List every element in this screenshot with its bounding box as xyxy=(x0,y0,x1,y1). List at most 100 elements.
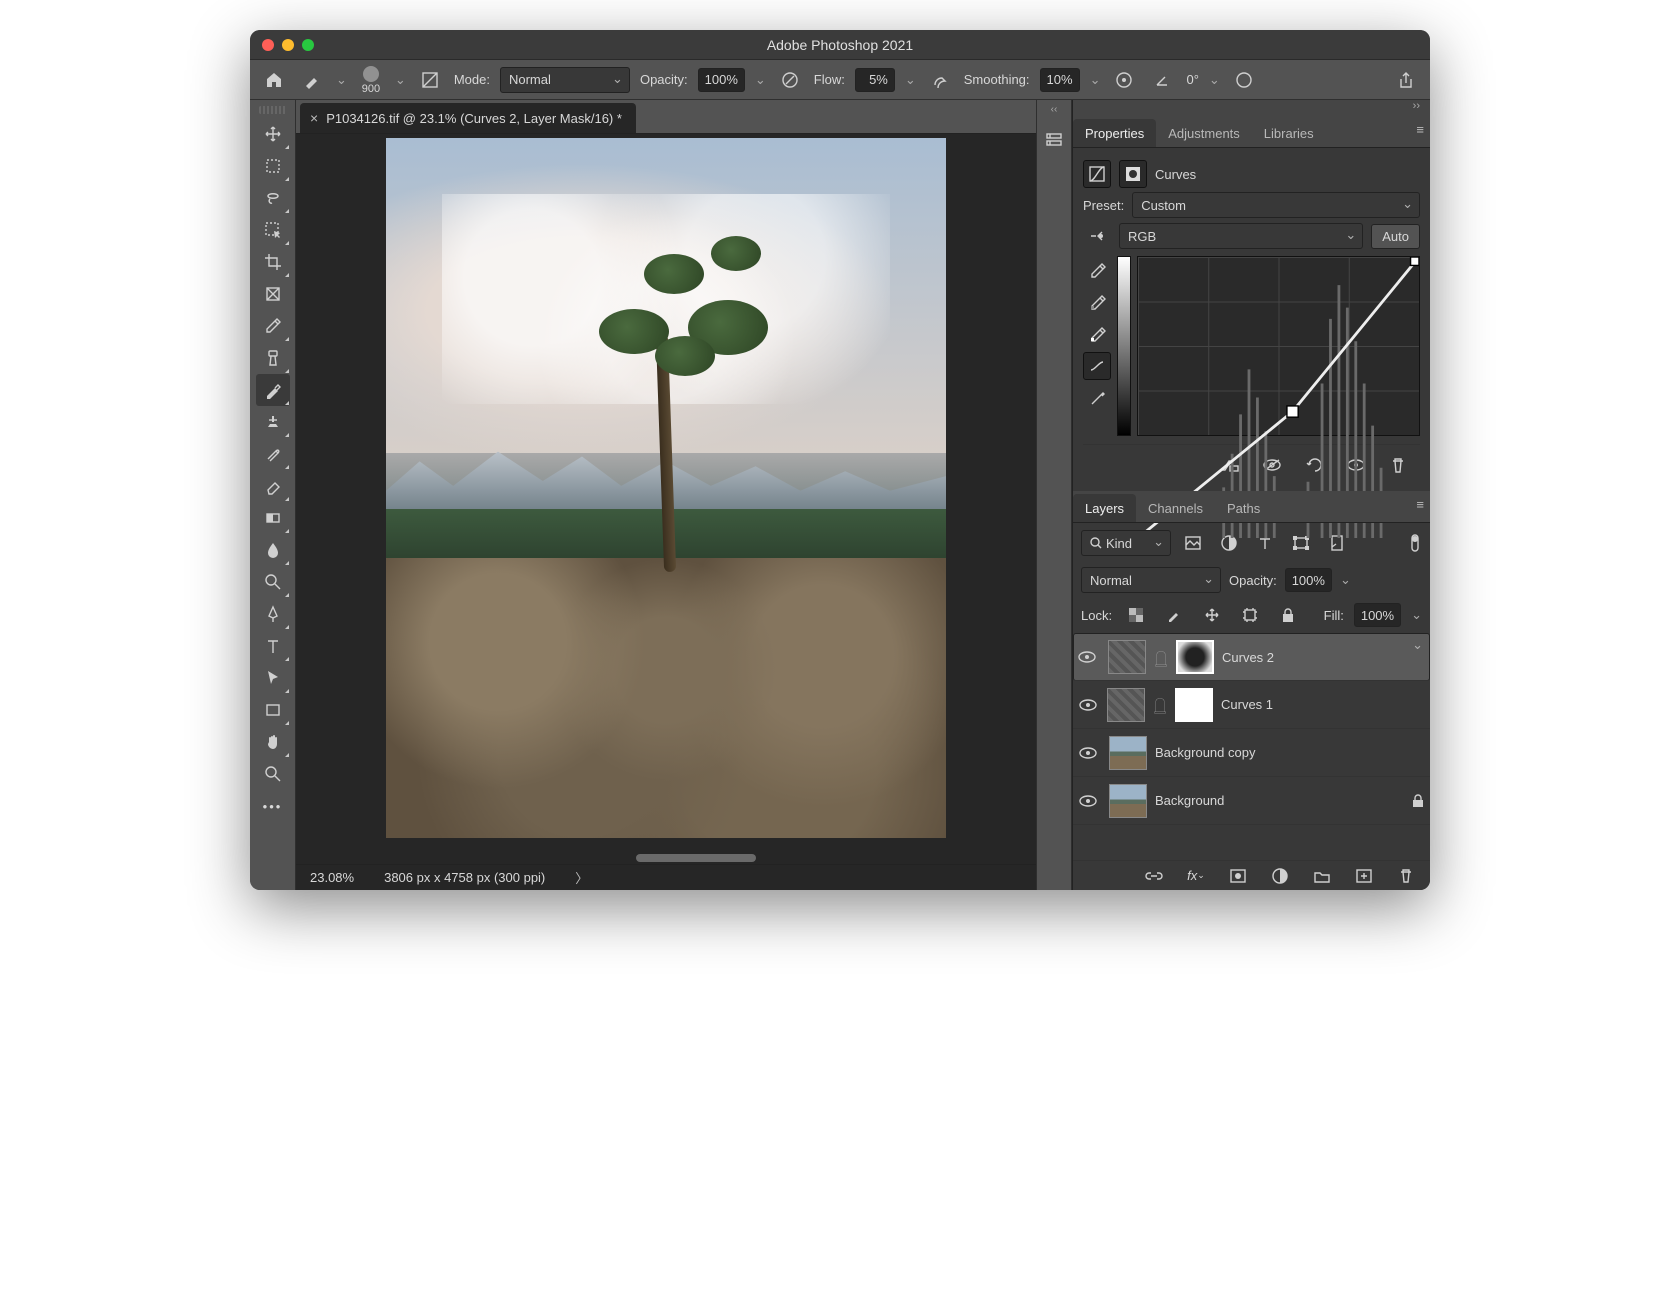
brush-settings-button[interactable] xyxy=(416,66,444,94)
delete-layer-icon[interactable] xyxy=(1392,862,1420,890)
eraser-tool[interactable] xyxy=(256,470,290,502)
lock-artboard-icon[interactable] xyxy=(1236,601,1264,629)
tab-adjustments[interactable]: Adjustments xyxy=(1156,119,1252,147)
panel-menu-icon[interactable]: ≡ xyxy=(1416,122,1424,137)
add-mask-icon[interactable] xyxy=(1224,862,1252,890)
visibility-toggle-icon[interactable] xyxy=(1079,795,1101,807)
blend-mode-select[interactable]: Normal xyxy=(500,67,630,93)
clone-stamp-tool[interactable] xyxy=(256,406,290,438)
tab-paths[interactable]: Paths xyxy=(1215,494,1272,522)
history-panel-icon[interactable] xyxy=(1040,126,1068,154)
mask-thumb[interactable] xyxy=(1176,640,1214,674)
layer-blend-select[interactable]: Normal xyxy=(1081,567,1221,593)
layer-row[interactable]: Background copy xyxy=(1073,729,1430,777)
lasso-tool[interactable] xyxy=(256,182,290,214)
mask-thumb[interactable] xyxy=(1175,688,1213,722)
move-tool[interactable] xyxy=(256,118,290,150)
tab-properties[interactable]: Properties xyxy=(1073,119,1156,147)
marquee-tool[interactable] xyxy=(256,150,290,182)
history-brush-tool[interactable] xyxy=(256,438,290,470)
layer-name[interactable]: Curves 1 xyxy=(1221,697,1273,712)
smoothing-input[interactable]: 10% xyxy=(1040,68,1080,92)
document-dims[interactable]: 3806 px x 4758 px (300 ppi) xyxy=(384,870,545,885)
dodge-tool[interactable] xyxy=(256,566,290,598)
auto-button[interactable]: Auto xyxy=(1371,224,1420,249)
zoom-readout[interactable]: 23.08% xyxy=(310,870,354,885)
layer-name[interactable]: Background copy xyxy=(1155,745,1255,760)
lock-pixels-icon[interactable] xyxy=(1160,601,1188,629)
flow-input[interactable]: 5% xyxy=(855,68,895,92)
home-button[interactable] xyxy=(260,66,288,94)
collapse-dock-icon[interactable]: ›› xyxy=(1073,100,1430,116)
quick-select-tool[interactable] xyxy=(256,214,290,246)
tab-layers[interactable]: Layers xyxy=(1073,494,1136,522)
mask-type-icon[interactable] xyxy=(1119,160,1147,188)
new-group-icon[interactable] xyxy=(1308,862,1336,890)
zoom-tool[interactable] xyxy=(256,758,290,790)
link-layers-icon[interactable] xyxy=(1140,862,1168,890)
crop-tool[interactable] xyxy=(256,246,290,278)
brush-tool[interactable] xyxy=(256,374,290,406)
new-layer-icon[interactable] xyxy=(1350,862,1378,890)
adjustment-type-icon[interactable] xyxy=(1083,160,1111,188)
targeted-adjust-icon[interactable] xyxy=(1083,222,1111,250)
visibility-toggle-icon[interactable] xyxy=(1079,699,1101,711)
edit-points-icon[interactable] xyxy=(1083,352,1111,380)
expand-dock-icon[interactable]: ‹‹ xyxy=(1037,104,1071,115)
healing-brush-tool[interactable] xyxy=(256,342,290,374)
layer-style-icon[interactable]: fx⌄ xyxy=(1182,862,1210,890)
pressure-opacity-toggle[interactable] xyxy=(776,66,804,94)
blur-tool[interactable] xyxy=(256,534,290,566)
airbrush-toggle[interactable] xyxy=(926,66,954,94)
frame-tool[interactable] xyxy=(256,278,290,310)
status-menu-icon[interactable]: 〉 xyxy=(575,868,588,887)
type-tool[interactable] xyxy=(256,630,290,662)
canvas-viewport[interactable] xyxy=(296,134,1036,864)
tool-preset-picker[interactable] xyxy=(298,66,326,94)
close-tab-icon[interactable]: × xyxy=(310,111,318,125)
hand-tool[interactable] xyxy=(256,726,290,758)
gradient-tool[interactable] xyxy=(256,502,290,534)
layer-filter-select[interactable]: Kind xyxy=(1081,530,1171,556)
layer-row[interactable]: 𓉸 Curves 2 xyxy=(1073,633,1430,681)
channel-select[interactable]: RGB xyxy=(1119,223,1363,249)
sample-black-icon[interactable] xyxy=(1083,256,1111,284)
layer-thumb[interactable] xyxy=(1109,784,1147,818)
pressure-size-toggle[interactable] xyxy=(1230,66,1258,94)
tab-channels[interactable]: Channels xyxy=(1136,494,1215,522)
layer-row[interactable]: Background xyxy=(1073,777,1430,825)
lock-position-icon[interactable] xyxy=(1198,601,1226,629)
curves-graph[interactable] xyxy=(1137,256,1420,436)
document-tab[interactable]: × P1034126.tif @ 23.1% (Curves 2, Layer … xyxy=(300,103,636,133)
adjustment-thumb[interactable] xyxy=(1107,688,1145,722)
lock-all-icon[interactable] xyxy=(1274,601,1302,629)
eyedropper-tool[interactable] xyxy=(256,310,290,342)
visibility-toggle-icon[interactable] xyxy=(1078,651,1100,663)
edit-toolbar-button[interactable]: ••• xyxy=(256,790,290,822)
share-button[interactable] xyxy=(1392,66,1420,94)
horizontal-scrollbar[interactable] xyxy=(636,854,756,862)
brush-preview[interactable]: 900 xyxy=(357,65,385,95)
pen-tool[interactable] xyxy=(256,598,290,630)
angle-value[interactable]: 0° xyxy=(1186,72,1198,87)
panel-menu-icon[interactable]: ≡ xyxy=(1416,497,1424,512)
fill-input[interactable]: 100% xyxy=(1354,603,1401,627)
angle-icon[interactable] xyxy=(1148,66,1176,94)
layer-opacity-input[interactable]: 100% xyxy=(1285,568,1332,592)
draw-curve-icon[interactable] xyxy=(1083,384,1111,412)
layer-name[interactable]: Background xyxy=(1155,793,1224,808)
path-select-tool[interactable] xyxy=(256,662,290,694)
new-adjustment-icon[interactable] xyxy=(1266,862,1294,890)
lock-transparency-icon[interactable] xyxy=(1122,601,1150,629)
smoothing-options-button[interactable] xyxy=(1110,66,1138,94)
layer-thumb[interactable] xyxy=(1109,736,1147,770)
layer-row[interactable]: 𓉸 Curves 1 xyxy=(1073,681,1430,729)
rectangle-tool[interactable] xyxy=(256,694,290,726)
preset-select[interactable]: Custom xyxy=(1132,192,1420,218)
layer-name[interactable]: Curves 2 xyxy=(1222,650,1274,665)
sample-gray-icon[interactable] xyxy=(1083,288,1111,316)
visibility-toggle-icon[interactable] xyxy=(1079,747,1101,759)
adjustment-thumb[interactable] xyxy=(1108,640,1146,674)
toolbox-grip[interactable] xyxy=(259,106,287,114)
tab-libraries[interactable]: Libraries xyxy=(1252,119,1326,147)
